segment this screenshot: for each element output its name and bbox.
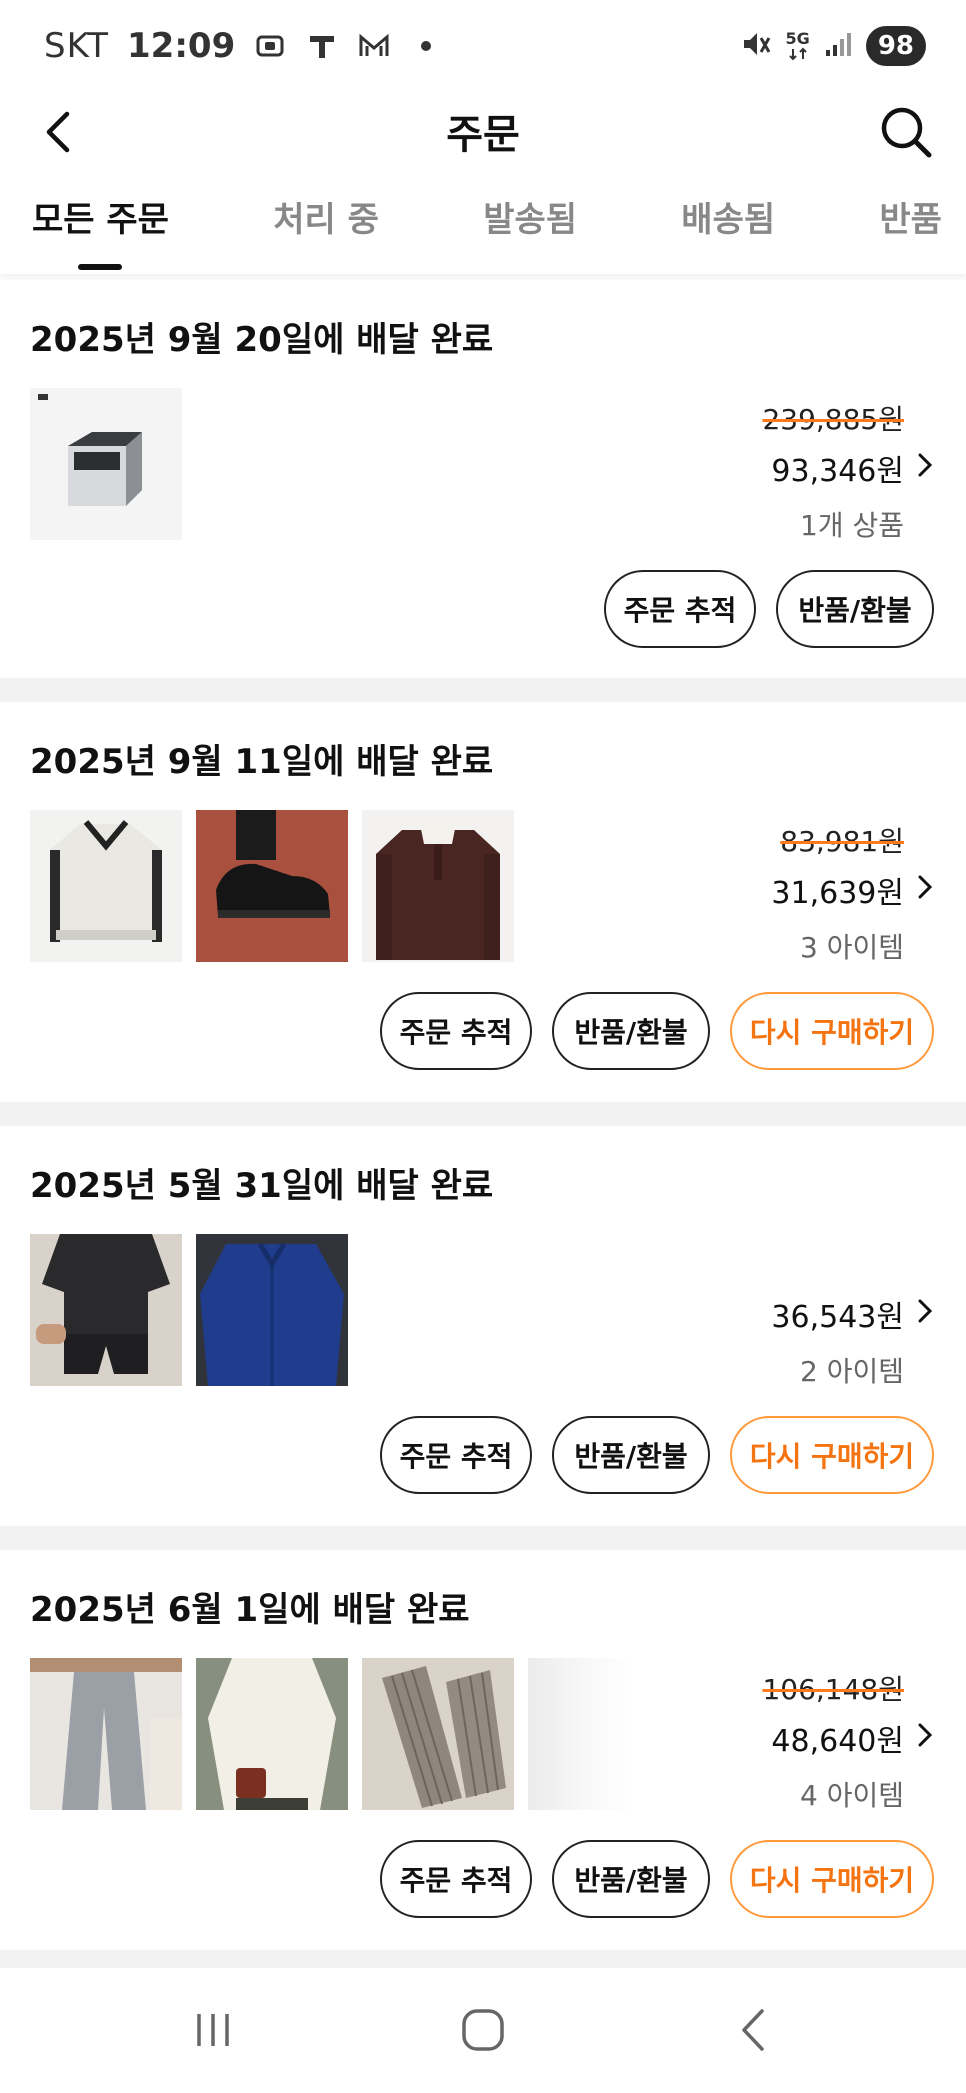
order-card[interactable]: 2025년 6월 1일에 배달 완료 106,148원 48,640원 4 아이… [0, 1550, 966, 1950]
t-app-icon [305, 29, 339, 63]
tab-delivered[interactable]: 배송됨 [681, 178, 775, 250]
tab-label: 반품 [879, 200, 942, 240]
chevron-right-icon[interactable] [912, 1722, 938, 1748]
order-delivery-title: 2025년 9월 11일에 배달 완료 [30, 742, 494, 782]
return-refund-button[interactable]: 반품/환불 [552, 992, 710, 1070]
product-thumbnail[interactable] [528, 1658, 680, 1810]
carrier-label: SKT [44, 26, 110, 66]
product-thumbnail[interactable] [30, 1658, 182, 1810]
track-order-button[interactable]: 주문 추적 [604, 570, 756, 648]
tab-all-orders[interactable]: 모든 주문 [32, 178, 169, 270]
divider [0, 1526, 966, 1550]
battery-icon: 98 [865, 26, 926, 66]
search-button[interactable] [874, 100, 938, 164]
mute-icon [740, 28, 772, 64]
track-order-button[interactable]: 주문 추적 [380, 1416, 532, 1494]
tab-label: 모든 주문 [32, 200, 169, 240]
tab-label: 배송됨 [681, 200, 776, 240]
home-button[interactable] [453, 2000, 513, 2060]
clock: 12:09 [127, 26, 236, 66]
signal-icon [824, 30, 852, 62]
5g-icon: 5G [786, 31, 810, 61]
screenshot-icon [253, 29, 287, 63]
back-icon [742, 2009, 764, 2051]
product-thumbnail[interactable] [30, 1234, 182, 1386]
product-thumbnail[interactable] [196, 810, 348, 962]
buy-again-button[interactable]: 다시 구매하기 [730, 1416, 934, 1494]
order-delivery-title: 2025년 5월 31일에 배달 완료 [30, 1166, 494, 1206]
mail-icon [357, 29, 391, 63]
original-price [771, 1244, 904, 1278]
product-thumbnail[interactable] [196, 1658, 348, 1810]
product-thumbnail[interactable] [362, 1658, 514, 1810]
active-tab-indicator [78, 264, 123, 270]
dot-icon [409, 29, 443, 63]
recent-apps-button[interactable] [183, 2000, 243, 2060]
original-price: 106,148원 [762, 1673, 904, 1706]
original-price: 83,981원 [780, 825, 904, 858]
product-thumbnail[interactable] [30, 810, 182, 962]
order-tabs: 모든 주문 처리 중 발송됨 배송됨 반품 [0, 178, 966, 274]
search-icon [881, 107, 932, 158]
divider [0, 678, 966, 702]
tab-processing[interactable]: 처리 중 [273, 178, 379, 250]
chevron-right-icon[interactable] [912, 1298, 938, 1324]
buy-again-button[interactable]: 다시 구매하기 [730, 992, 934, 1070]
item-count: 1개 상품 [800, 509, 904, 542]
tab-label: 처리 중 [273, 200, 379, 240]
home-icon [462, 2009, 504, 2051]
order-delivery-title: 2025년 6월 1일에 배달 완료 [30, 1590, 470, 1630]
product-thumbnail[interactable] [30, 388, 182, 540]
product-thumbnail[interactable] [362, 810, 514, 962]
tab-shipped[interactable]: 발송됨 [483, 178, 577, 250]
divider [0, 1102, 966, 1126]
tab-returns[interactable]: 반품 [879, 178, 942, 250]
item-count: 4 아이템 [800, 1779, 904, 1812]
recent-apps-icon [197, 2014, 229, 2046]
product-thumbnail[interactable] [196, 1234, 348, 1386]
app-header: 주문 [0, 92, 966, 168]
item-count: 3 아이템 [800, 931, 904, 964]
item-count: 2 아이템 [800, 1355, 904, 1388]
tab-label: 발송됨 [483, 200, 578, 240]
system-nav-bar [0, 1968, 966, 2093]
status-bar: SKT 12:09 5G 98 [0, 0, 966, 92]
track-order-button[interactable]: 주문 추적 [380, 992, 532, 1070]
order-card[interactable]: 2025년 9월 11일에 배달 완료 83,981원 31,639원 3 아이… [0, 702, 966, 1102]
original-price: 239,885원 [762, 403, 904, 436]
order-card[interactable]: 2025년 5월 31일에 배달 완료 36,543원 2 아이템 주문 추적 … [0, 1126, 966, 1526]
chevron-right-icon[interactable] [912, 874, 938, 900]
buy-again-button[interactable]: 다시 구매하기 [730, 1840, 934, 1918]
chevron-right-icon[interactable] [912, 452, 938, 478]
return-refund-button[interactable]: 반품/환불 [776, 570, 934, 648]
return-refund-button[interactable]: 반품/환불 [552, 1840, 710, 1918]
order-price: 31,639원 [771, 876, 904, 911]
order-price: 93,346원 [771, 454, 904, 489]
order-delivery-title: 2025년 9월 20일에 배달 완료 [30, 320, 494, 360]
network-type: 5G [785, 29, 810, 48]
system-back-button[interactable] [724, 2000, 784, 2060]
divider [0, 1950, 966, 1968]
track-order-button[interactable]: 주문 추적 [380, 1840, 532, 1918]
return-refund-button[interactable]: 반품/환불 [552, 1416, 710, 1494]
page-title: 주문 [446, 112, 520, 158]
order-card[interactable]: 2025년 9월 20일에 배달 완료 239,885원 93,346원 1개 … [0, 280, 966, 678]
order-price: 36,543원 [771, 1300, 904, 1335]
order-price: 48,640원 [771, 1724, 904, 1759]
